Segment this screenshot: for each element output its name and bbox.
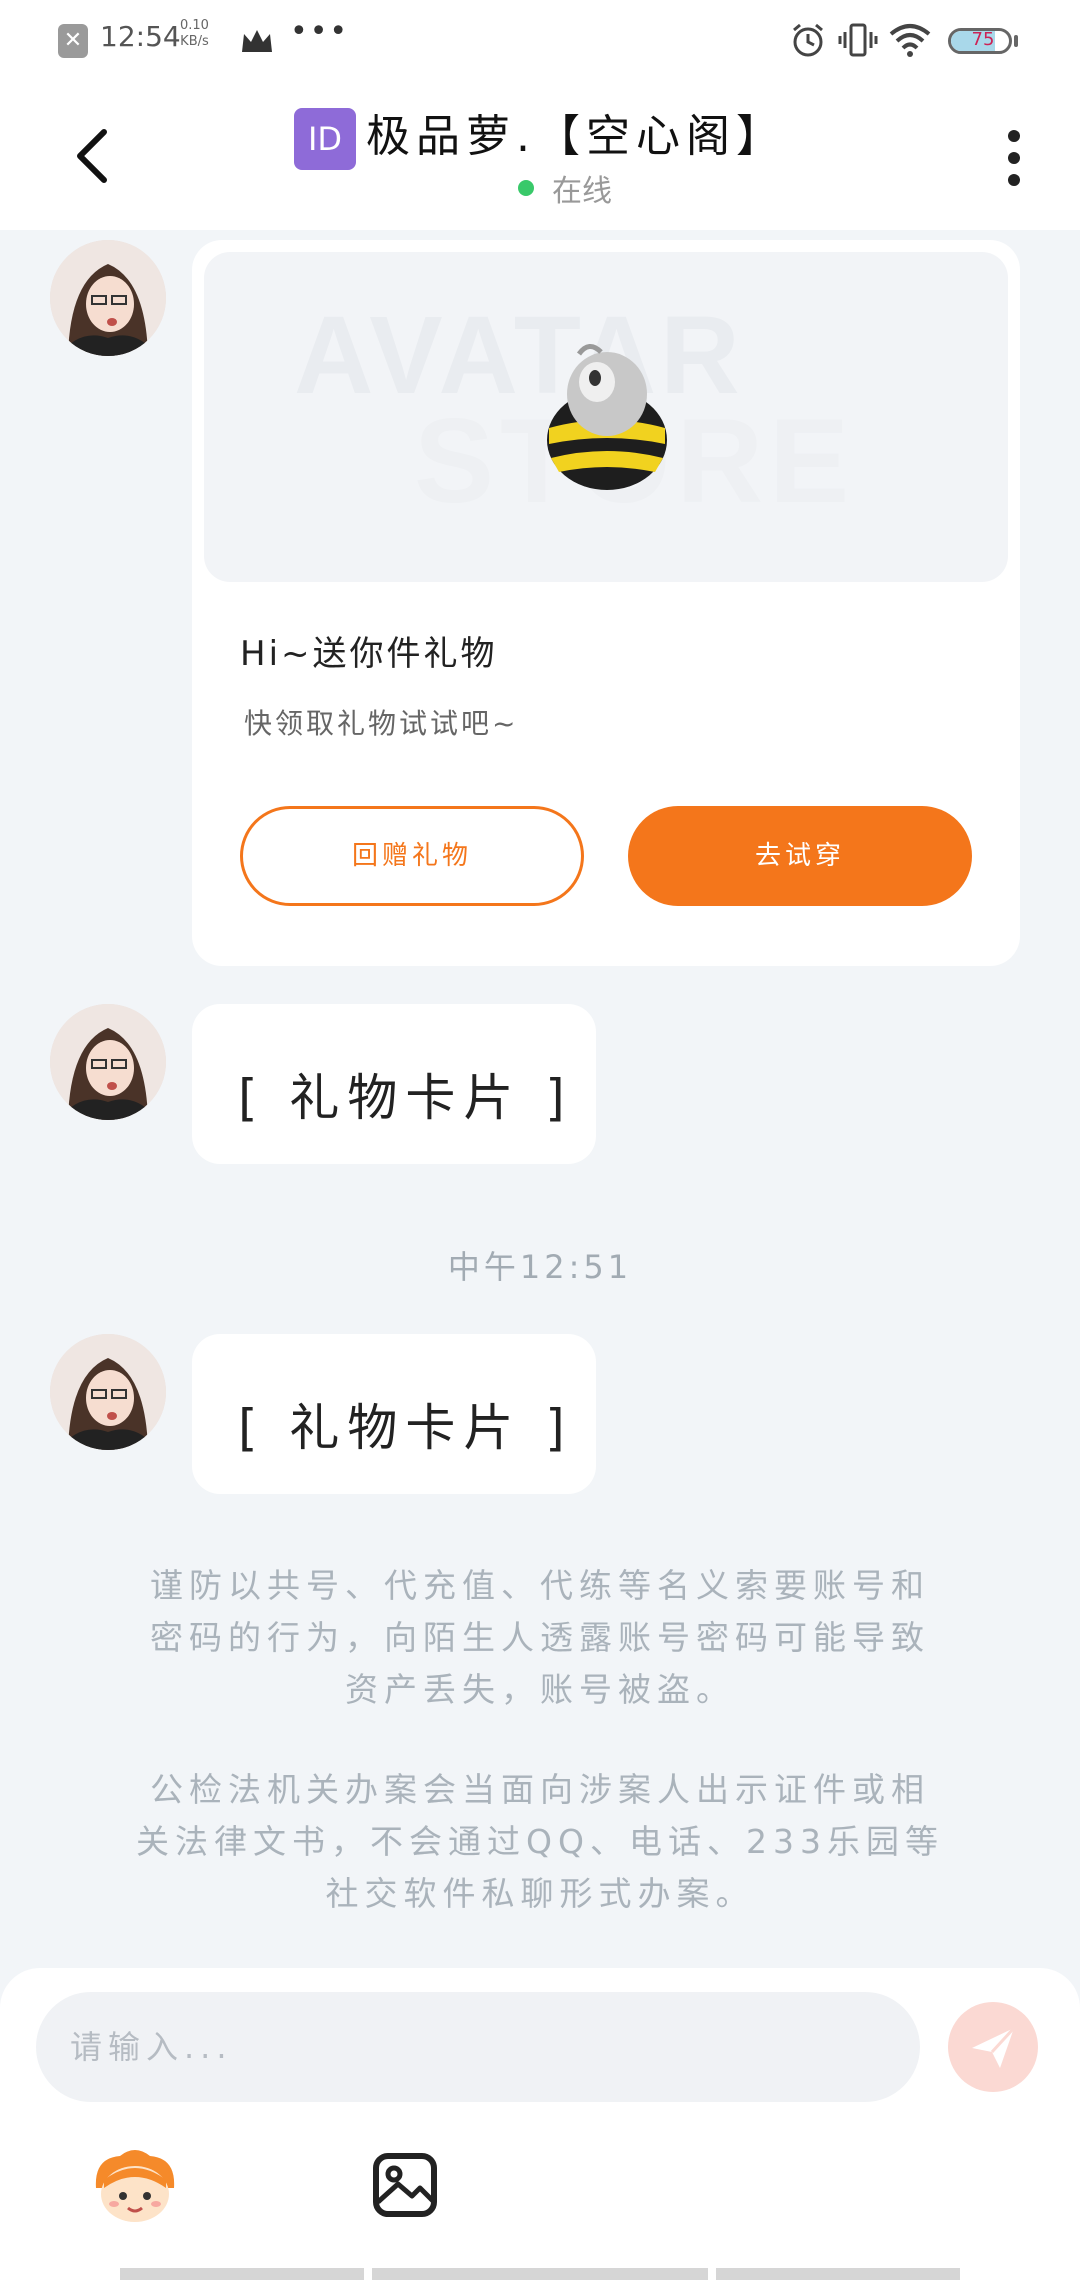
avatar[interactable] [50, 240, 166, 356]
online-status: 在线 [552, 174, 612, 209]
more-dots-icon: ••• [290, 14, 350, 49]
image-icon[interactable] [372, 2152, 438, 2218]
gift-title: Hi~送你件礼物 [240, 634, 498, 674]
wifi-icon [889, 24, 931, 57]
chat-header: ID 极品萝.【空心阁】 在线 [0, 80, 1080, 230]
battery-tip [1014, 35, 1018, 47]
message-input[interactable]: 请输入... [36, 1992, 920, 2102]
message-bubble[interactable]: [ 礼物卡片 ] [192, 1334, 596, 1494]
notice-line: 关法律文书，不会通过QQ、电话、233乐园等 [136, 1822, 944, 1861]
speed-unit: KB/s [180, 34, 209, 49]
message-bubble[interactable]: [ 礼物卡片 ] [192, 1004, 596, 1164]
safety-notice: 谨防以共号、代充值、代练等名义索要账号和 密码的行为，向陌生人透露账号密码可能导… [40, 1560, 1040, 1716]
composer-panel: 请输入... [0, 1968, 1080, 2280]
more-vertical-icon[interactable] [1002, 126, 1026, 190]
avatar[interactable] [50, 1334, 166, 1450]
chat-title[interactable]: ID 极品萝.【空心阁】 [0, 100, 1080, 170]
contact-name: 极品萝.【空心阁】 [366, 111, 786, 162]
battery-level: 75 [971, 29, 995, 50]
emoji-avatar-icon[interactable] [90, 2148, 180, 2224]
online-dot [518, 180, 534, 196]
notice-line: 密码的行为，向陌生人透露账号密码可能导致 [150, 1618, 930, 1657]
keyboard-strip [372, 2268, 708, 2280]
return-gift-button[interactable]: 回赠礼物 [240, 806, 584, 906]
network-speed: 0.10 KB/s [180, 18, 209, 50]
keyboard-strip [120, 2268, 364, 2280]
notice-line: 公检法机关办案会当面向涉案人出示证件或相 [150, 1770, 930, 1809]
alarm-icon [793, 23, 823, 57]
message-text: [ 礼物卡片 ] [238, 1069, 573, 1127]
notice-line: 资产丢失，账号被盗。 [345, 1670, 735, 1709]
status-time: 12:54 [100, 20, 181, 53]
crown-icon [242, 30, 272, 52]
vibrate-icon [838, 23, 878, 57]
gift-banner: AVATAR STORE [204, 252, 1008, 582]
gift-item-image [547, 344, 667, 490]
id-badge: ID [294, 108, 356, 170]
notice-line: 社交软件私聊形式办案。 [325, 1874, 755, 1913]
status-bar: ✕ 12:54 0.10 KB/s ••• 75 [0, 0, 1080, 80]
message-timestamp: 中午12:51 [447, 1248, 633, 1286]
speed-value: 0.10 [180, 18, 209, 33]
gift-subtitle: 快领取礼物试试吧~ [244, 707, 519, 740]
keyboard-strip [716, 2268, 960, 2280]
gift-card[interactable]: AVATAR STORE Hi~送你件礼物 快领取礼物试试吧~ 回赠礼物 去试穿 [192, 240, 1020, 966]
avatar[interactable] [50, 1004, 166, 1120]
battery-icon: 75 [948, 28, 1012, 54]
send-icon[interactable] [948, 2002, 1038, 2092]
message-text: [ 礼物卡片 ] [238, 1399, 573, 1457]
notice-line: 谨防以共号、代充值、代练等名义索要账号和 [150, 1566, 930, 1605]
try-on-button[interactable]: 去试穿 [628, 806, 972, 906]
police-notice: 公检法机关办案会当面向涉案人出示证件或相 关法律文书，不会通过QQ、电话、233… [40, 1764, 1040, 1920]
close-notification-icon: ✕ [58, 24, 88, 58]
